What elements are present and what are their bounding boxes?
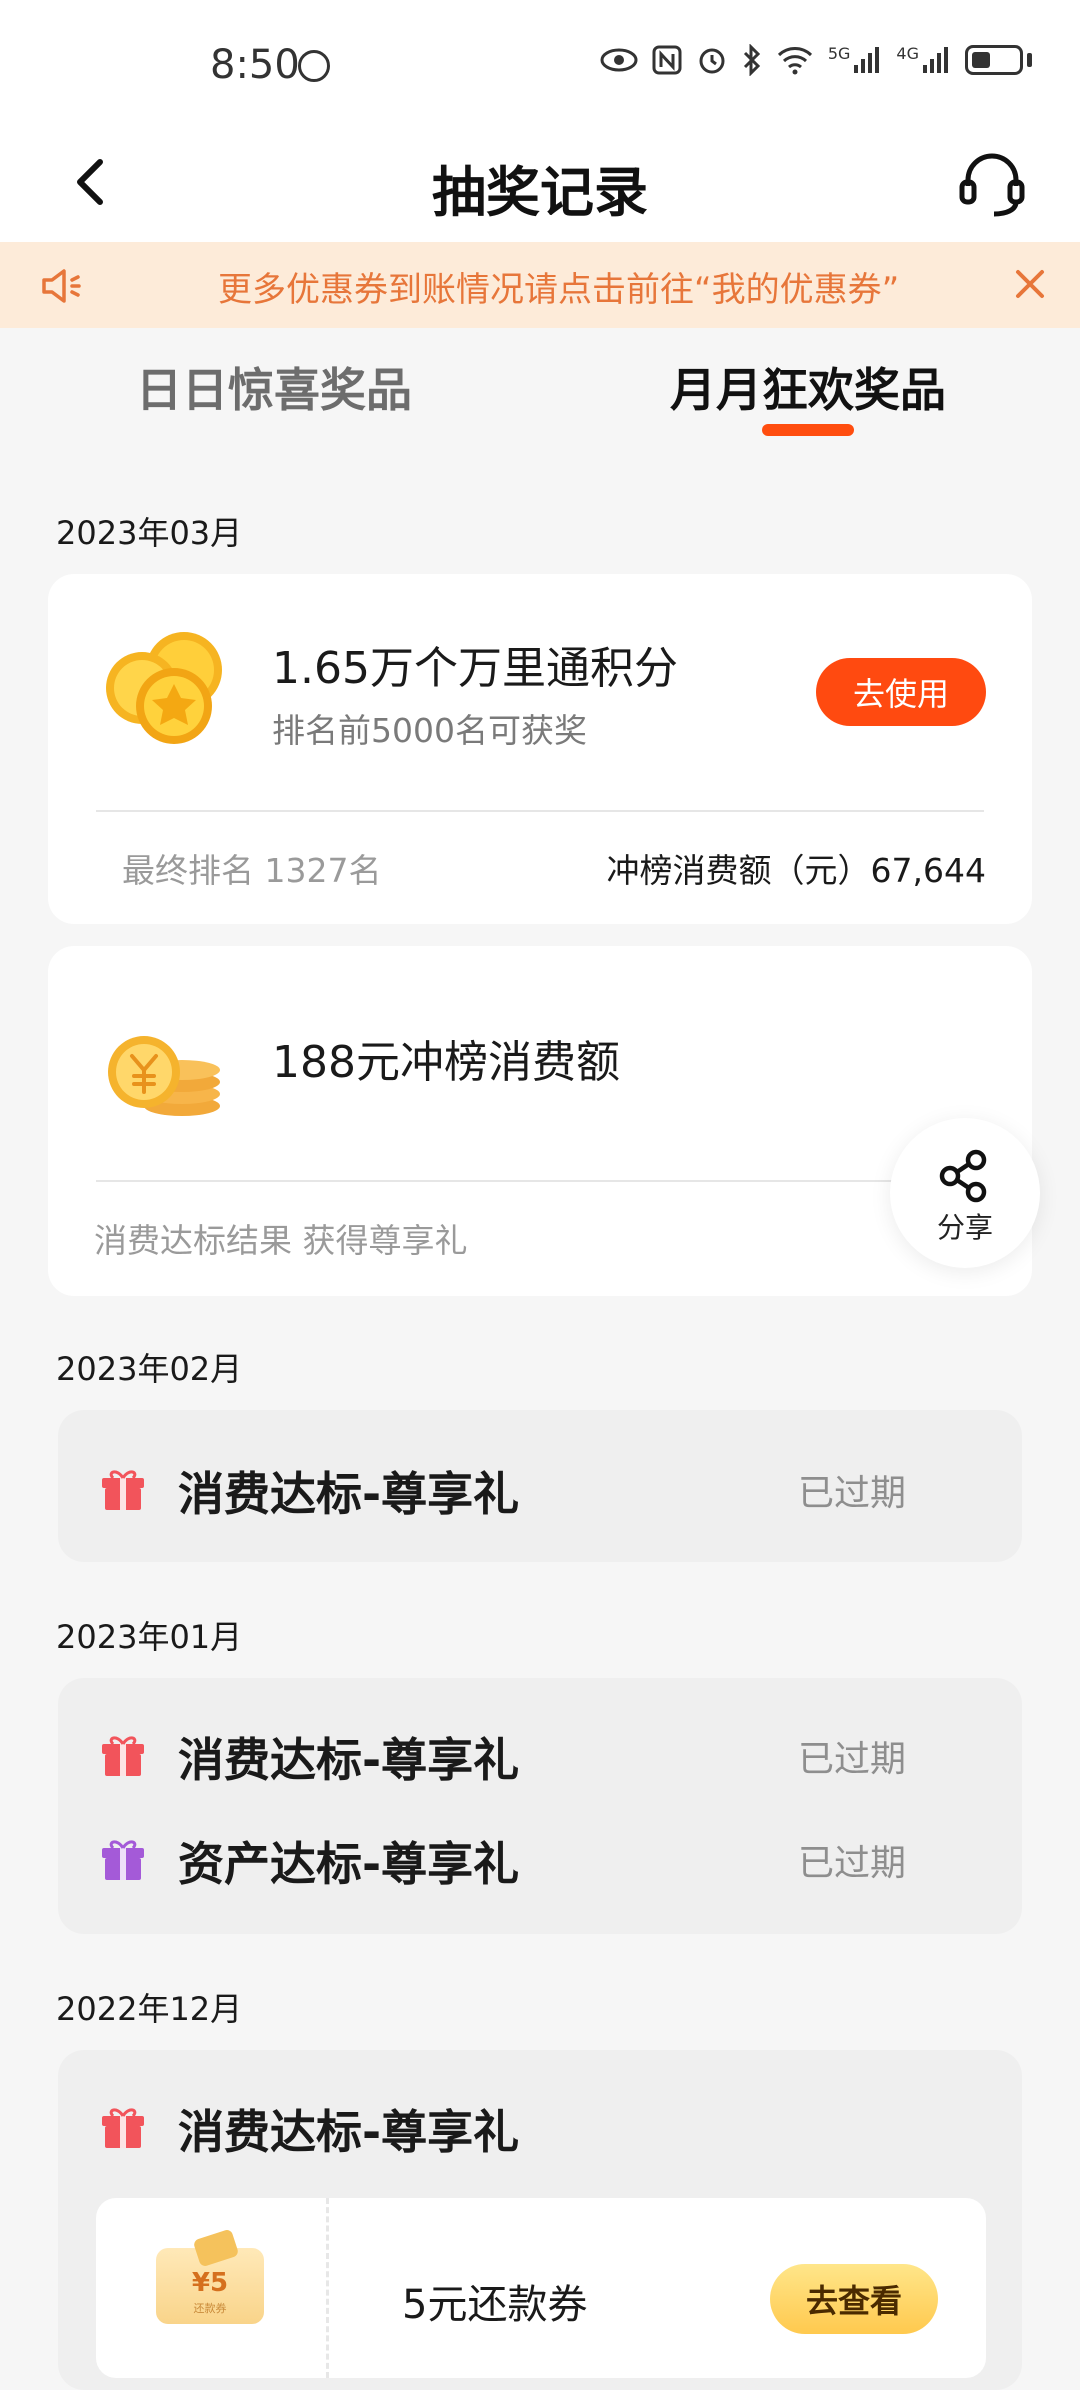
- battery-icon: [965, 45, 1023, 75]
- card-divider: [96, 810, 984, 812]
- battery-cap: [1027, 53, 1032, 67]
- signal-5g-icon: [854, 47, 880, 73]
- use-button[interactable]: 去使用: [816, 658, 986, 726]
- month-label-2023-01: 2023年01月: [56, 1618, 243, 1656]
- status-icons: 5G 4G: [600, 44, 1032, 76]
- signal-5g-label: 5G: [827, 43, 851, 63]
- voucher-card: ¥5 还款券 5元还款券 去查看: [96, 2198, 986, 2378]
- notice-text[interactable]: 更多优惠券到账情况请点击前往“我的优惠券”: [218, 262, 978, 311]
- hand-icon: [298, 50, 330, 82]
- prize-card-points: 1.65万个万里通积分 排名前5000名可获奖 去使用 最终排名 1327名 冲…: [48, 574, 1032, 924]
- tab-active-indicator: [762, 424, 854, 436]
- yuan-coins-icon: [108, 1036, 220, 1116]
- speaker-icon: [42, 269, 81, 303]
- wifi-icon: [777, 47, 812, 75]
- prize-subtitle: 排名前5000名可获奖: [272, 711, 587, 750]
- ranking-spend-amount: 冲榜消费额（元）67,644: [606, 851, 986, 890]
- month-label-2022-12: 2022年12月: [56, 1990, 243, 2028]
- final-rank: 最终排名 1327名: [122, 851, 382, 890]
- voucher-separator: [326, 2198, 329, 2378]
- alarm-icon: [699, 48, 725, 74]
- notice-bar[interactable]: 更多优惠券到账情况请点击前往“我的优惠券”: [0, 242, 1080, 328]
- list-item[interactable]: 资产达标-尊享礼 已过期: [58, 1806, 1022, 1906]
- prize-group-2023-02: 消费达标-尊享礼 已过期: [58, 1410, 1022, 1562]
- eye-icon: [600, 48, 638, 72]
- prize-group-2022-12: 消费达标-尊享礼 ¥5 还款券 5元还款券 去查看: [58, 2050, 1022, 2390]
- gift-icon: [102, 1470, 144, 1510]
- list-item[interactable]: 消费达标-尊享礼: [58, 2074, 1022, 2174]
- prize-name: 资产达标-尊享礼: [178, 1837, 520, 1891]
- card-divider: [96, 1180, 892, 1182]
- prize-group-2023-01: 消费达标-尊享礼 已过期 资产达标-尊享礼 已过期: [58, 1678, 1022, 1934]
- voucher-name: 5元还款券: [402, 2282, 588, 2328]
- prize-name: 消费达标-尊享礼: [178, 1467, 520, 1521]
- nav-bar: 抽奖记录: [0, 130, 1080, 242]
- list-item[interactable]: 消费达标-尊享礼 已过期: [58, 1702, 1022, 1802]
- prize-title: 188元冲榜消费额: [272, 1037, 620, 1088]
- bluetooth-icon: [743, 44, 760, 76]
- status-badge: 已过期: [797, 1473, 906, 1514]
- close-icon[interactable]: [1010, 264, 1050, 304]
- gift-icon: [102, 1840, 144, 1880]
- voucher-badge: ¥5: [191, 2268, 229, 2298]
- prize-title: 1.65万个万里通积分: [272, 643, 678, 694]
- tab-bar: 日日惊喜奖品 月月狂欢奖品: [0, 328, 1080, 448]
- status-bar: 8:50 5G 4G: [0, 0, 1080, 130]
- gold-coins-icon: [106, 632, 222, 744]
- status-badge: 已过期: [797, 1739, 906, 1780]
- prize-card-spend: 188元冲榜消费额 消费达标结果 获得尊享礼: [48, 946, 1032, 1296]
- view-button[interactable]: 去查看: [770, 2264, 938, 2334]
- share-button[interactable]: 分享: [890, 1118, 1040, 1268]
- signal-4g-icon: [923, 47, 948, 73]
- prize-name: 消费达标-尊享礼: [178, 1733, 520, 1787]
- repayment-voucher-icon: ¥5 还款券: [156, 2228, 264, 2334]
- page-title: 抽奖记录: [432, 161, 648, 224]
- month-label-2023-03: 2023年03月: [56, 514, 243, 552]
- gift-icon: [102, 2108, 144, 2148]
- share-label: 分享: [936, 1211, 993, 1244]
- tab-monthly-prizes[interactable]: 月月狂欢奖品: [670, 354, 946, 420]
- voucher-badge-sub: 还款券: [193, 2302, 227, 2315]
- tab-daily-prizes[interactable]: 日日惊喜奖品: [136, 354, 412, 420]
- gift-icon: [102, 1736, 144, 1776]
- status-time: 8:50: [210, 42, 300, 88]
- headset-icon: [959, 153, 1025, 217]
- prize-name: 消费达标-尊享礼: [178, 2105, 520, 2159]
- list-item[interactable]: 消费达标-尊享礼 已过期: [58, 1436, 1022, 1536]
- spend-result-text: 消费达标结果 获得尊享礼: [94, 1221, 468, 1260]
- month-label-2023-02: 2023年02月: [56, 1350, 243, 1388]
- customer-service-button[interactable]: [954, 146, 1030, 222]
- status-badge: 已过期: [797, 1843, 906, 1884]
- share-icon: [939, 1149, 987, 1203]
- signal-4g-label: 4G: [896, 43, 919, 63]
- nfc-icon: [652, 45, 682, 75]
